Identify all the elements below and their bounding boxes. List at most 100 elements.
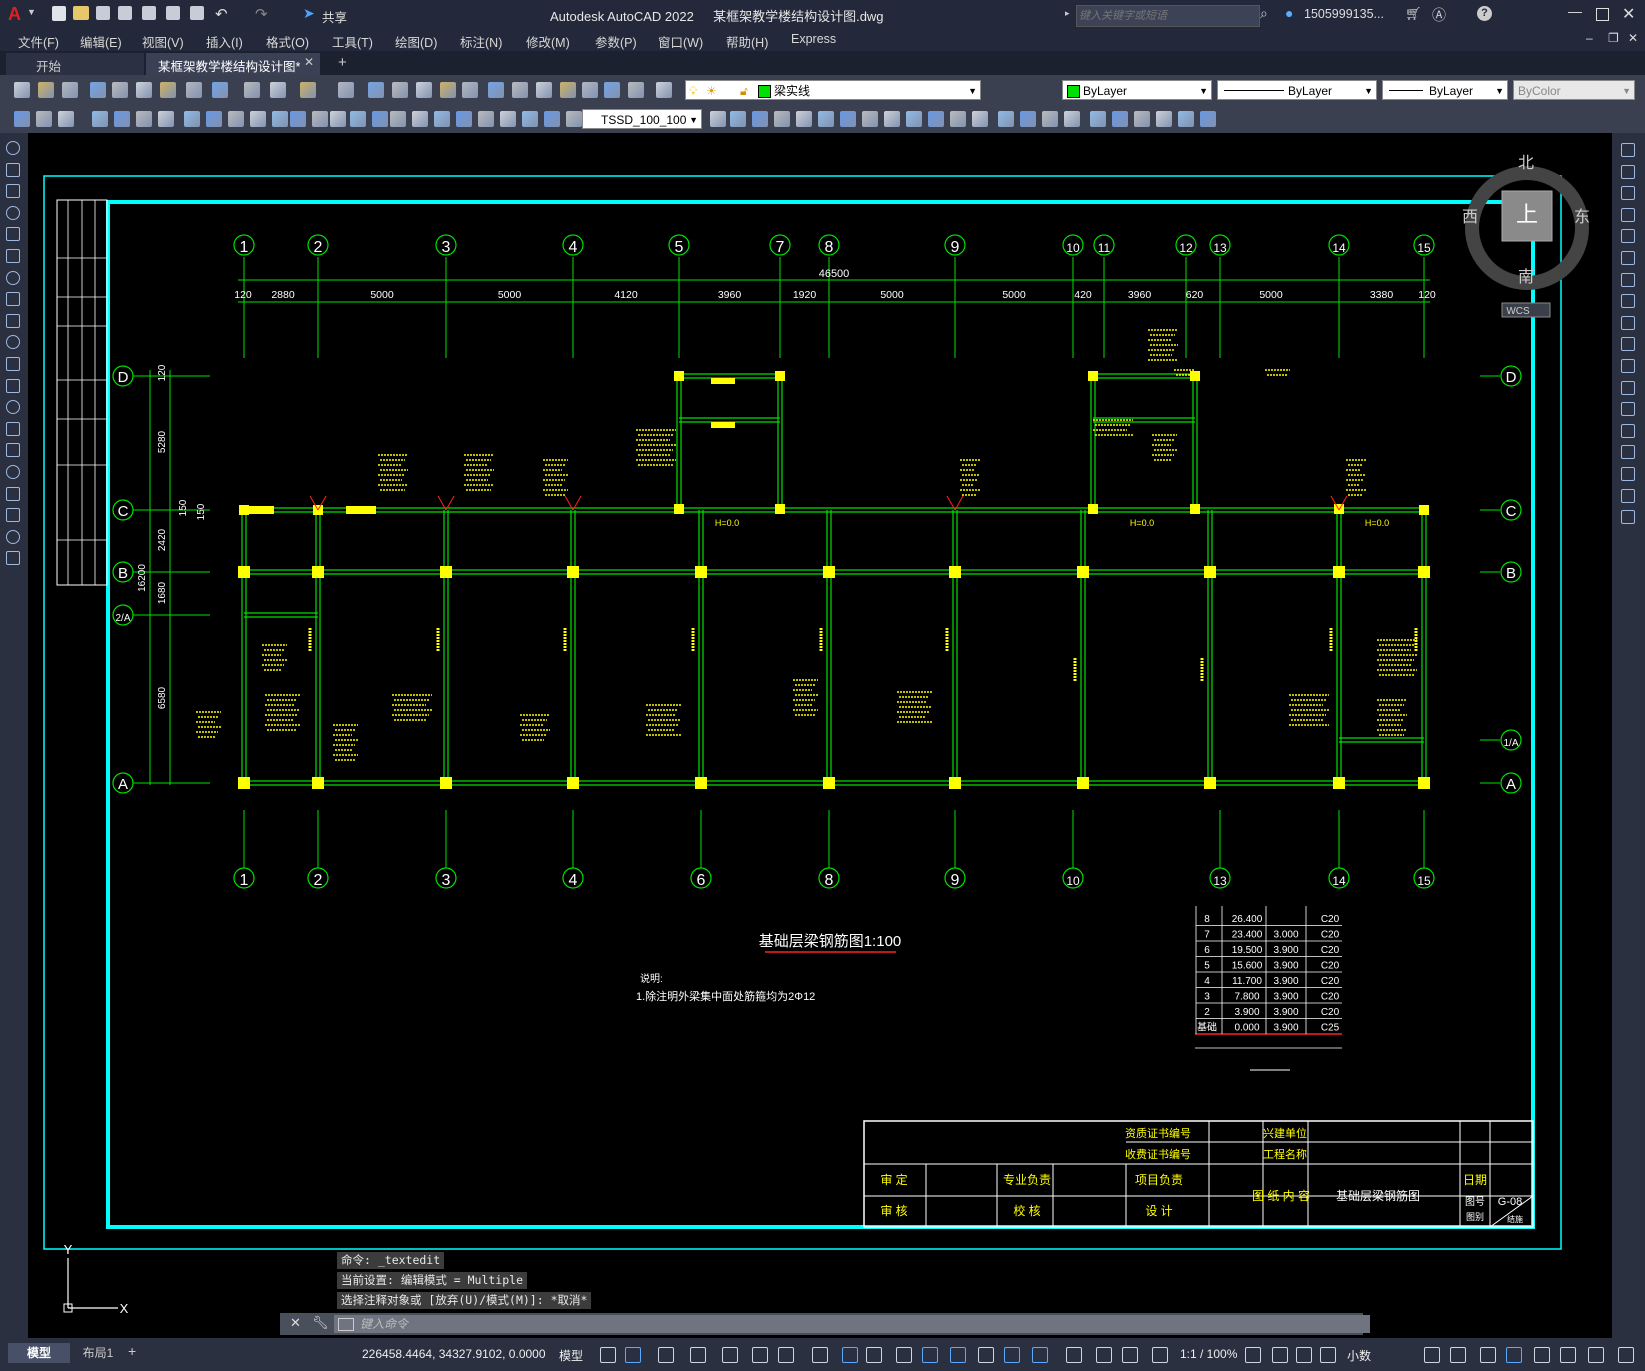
tssd-tool-2-icon[interactable] bbox=[36, 111, 52, 127]
command-customize-icon[interactable]: 🔧︎ bbox=[312, 1315, 329, 1331]
tssd-tool-8-icon[interactable] bbox=[184, 111, 200, 127]
doc-close-button[interactable]: ✕ bbox=[1628, 31, 1638, 45]
tssd-tool-49-icon[interactable] bbox=[1200, 111, 1216, 127]
tssd-tool-25-icon[interactable] bbox=[544, 111, 560, 127]
tssd-tool-29-icon[interactable] bbox=[752, 111, 768, 127]
tssd-tool-23-icon[interactable] bbox=[500, 111, 516, 127]
textstyle-dropdown[interactable]: TSSD_100_100 ▼ bbox=[582, 109, 702, 129]
draw-tool-7-icon[interactable] bbox=[6, 270, 20, 285]
std-tool-10-icon[interactable] bbox=[244, 82, 260, 98]
status-toggle-29-icon[interactable] bbox=[1534, 1347, 1550, 1363]
std-tool-11-icon[interactable] bbox=[270, 82, 286, 98]
modify-tool-16-icon[interactable] bbox=[1621, 467, 1635, 481]
tssd-tool-9-icon[interactable] bbox=[206, 111, 222, 127]
std-tool-21-icon[interactable] bbox=[536, 82, 552, 98]
draw-tool-9-icon[interactable] bbox=[6, 313, 20, 328]
tssd-tool-40-icon[interactable] bbox=[998, 111, 1014, 127]
std-tool-19-icon[interactable] bbox=[488, 82, 504, 98]
std-tool-6-icon[interactable] bbox=[136, 82, 152, 98]
tab-start[interactable]: 开始 bbox=[6, 53, 144, 75]
new-tab-button[interactable]: + bbox=[338, 54, 347, 71]
coordinates-readout[interactable]: 226458.4464, 34327.9102, 0.0000 bbox=[362, 1347, 546, 1361]
modify-tool-4-icon[interactable] bbox=[1621, 207, 1635, 222]
tssd-tool-45-icon[interactable] bbox=[1112, 111, 1128, 127]
draw-tool-3-icon[interactable] bbox=[6, 184, 20, 199]
draw-tool-19-icon[interactable] bbox=[6, 529, 20, 544]
menu-tools[interactable]: 工具(T) bbox=[332, 32, 373, 51]
status-toggle-24-icon[interactable] bbox=[1320, 1347, 1336, 1363]
tssd-tool-38-icon[interactable] bbox=[950, 111, 966, 127]
menu-edit[interactable]: 编辑(E) bbox=[80, 32, 122, 51]
doc-minimize-button[interactable]: – bbox=[1586, 31, 1593, 45]
std-tool-16-icon[interactable] bbox=[416, 82, 432, 98]
std-tool-20-icon[interactable] bbox=[512, 82, 528, 98]
qat-plot-icon[interactable] bbox=[166, 6, 180, 20]
tssd-tool-21-icon[interactable] bbox=[456, 111, 472, 127]
lineweight-dropdown[interactable]: ByLayer ▼ bbox=[1382, 80, 1508, 100]
tssd-tool-5-icon[interactable] bbox=[114, 111, 130, 127]
draw-tool-13-icon[interactable] bbox=[6, 400, 20, 415]
modify-tool-7-icon[interactable] bbox=[1621, 272, 1635, 287]
std-tool-1-icon[interactable] bbox=[14, 82, 30, 98]
command-input[interactable]: 键入命令 bbox=[334, 1315, 1370, 1333]
menu-express[interactable]: Express bbox=[791, 32, 836, 46]
tssd-tool-10-icon[interactable] bbox=[228, 111, 244, 127]
autocad-logo-icon[interactable]: A bbox=[8, 4, 21, 25]
tssd-tool-39-icon[interactable] bbox=[972, 111, 988, 127]
menu-parametric[interactable]: 参数(P) bbox=[595, 32, 637, 51]
status-toggle-5-icon[interactable] bbox=[722, 1347, 738, 1363]
menu-dimension[interactable]: 标注(N) bbox=[460, 32, 502, 51]
modify-tool-5-icon[interactable] bbox=[1621, 229, 1635, 244]
space-toggle[interactable]: 模型 bbox=[559, 1347, 583, 1364]
modify-tool-14-icon[interactable] bbox=[1621, 423, 1635, 438]
modify-tool-3-icon[interactable] bbox=[1621, 186, 1635, 201]
draw-tool-2-icon[interactable] bbox=[6, 162, 20, 177]
tssd-tool-42-icon[interactable] bbox=[1042, 111, 1058, 127]
tab-model[interactable]: 模型 bbox=[8, 1343, 70, 1363]
status-toggle-17-icon[interactable] bbox=[1066, 1347, 1082, 1363]
modify-tool-1-icon[interactable] bbox=[1621, 143, 1635, 157]
std-tool-13-icon[interactable] bbox=[338, 82, 354, 98]
layer-dropdown[interactable]: 💡︎ ☀ 🔓︎ 梁实线 ▼ bbox=[685, 80, 981, 100]
tssd-tool-30-icon[interactable] bbox=[774, 111, 790, 127]
tssd-tool-47-icon[interactable] bbox=[1156, 111, 1172, 127]
qat-save-icon[interactable] bbox=[96, 6, 110, 20]
tssd-tool-31-icon[interactable] bbox=[796, 111, 812, 127]
draw-tool-20-icon[interactable] bbox=[6, 551, 20, 566]
modify-tool-2-icon[interactable] bbox=[1621, 164, 1635, 179]
tssd-tool-46-icon[interactable] bbox=[1134, 111, 1150, 127]
menu-format[interactable]: 格式(O) bbox=[266, 32, 309, 51]
modify-tool-11-icon[interactable] bbox=[1621, 359, 1635, 373]
tssd-tool-48-icon[interactable] bbox=[1178, 111, 1194, 127]
menu-insert[interactable]: 插入(I) bbox=[206, 32, 243, 51]
tssd-tool-35-icon[interactable] bbox=[884, 111, 900, 127]
tssd-tool-24-icon[interactable] bbox=[522, 111, 538, 127]
std-tool-14-icon[interactable] bbox=[368, 82, 384, 98]
draw-tool-10-icon[interactable] bbox=[6, 335, 20, 350]
tssd-tool-20-icon[interactable] bbox=[434, 111, 450, 127]
tab-drawing[interactable]: 某框架教学楼结构设计图* ✕ bbox=[146, 53, 320, 75]
tssd-tool-16-icon[interactable] bbox=[350, 111, 366, 127]
undo-icon[interactable]: ↶ bbox=[215, 5, 228, 23]
status-toggle-12-icon[interactable] bbox=[922, 1347, 938, 1363]
tssd-tool-37-icon[interactable] bbox=[928, 111, 944, 127]
tssd-tool-33-icon[interactable] bbox=[840, 111, 856, 127]
tssd-tool-41-icon[interactable] bbox=[1020, 111, 1036, 127]
tssd-tool-14-icon[interactable] bbox=[312, 111, 328, 127]
status-toggle-3-icon[interactable] bbox=[658, 1347, 674, 1363]
tssd-tool-1-icon[interactable] bbox=[14, 111, 30, 127]
tssd-tool-12-icon[interactable] bbox=[272, 111, 288, 127]
menu-modify[interactable]: 修改(M) bbox=[526, 32, 570, 51]
status-toggle-16-icon[interactable] bbox=[1032, 1347, 1048, 1363]
user-name[interactable]: 1505999135... bbox=[1304, 7, 1384, 21]
tssd-tool-27-icon[interactable] bbox=[710, 111, 726, 127]
modify-tool-10-icon[interactable] bbox=[1621, 337, 1635, 352]
qat-new-icon[interactable] bbox=[52, 6, 66, 21]
std-tool-17-icon[interactable] bbox=[440, 82, 456, 98]
minimize-button[interactable]: — bbox=[1568, 3, 1582, 19]
std-tool-26-icon[interactable] bbox=[656, 82, 672, 98]
status-toggle-19-icon[interactable] bbox=[1122, 1347, 1138, 1363]
app-menu-chevron-icon[interactable]: ▼ bbox=[27, 7, 36, 17]
tssd-tool-28-icon[interactable] bbox=[730, 111, 746, 127]
status-toggle-11-icon[interactable] bbox=[896, 1347, 912, 1363]
